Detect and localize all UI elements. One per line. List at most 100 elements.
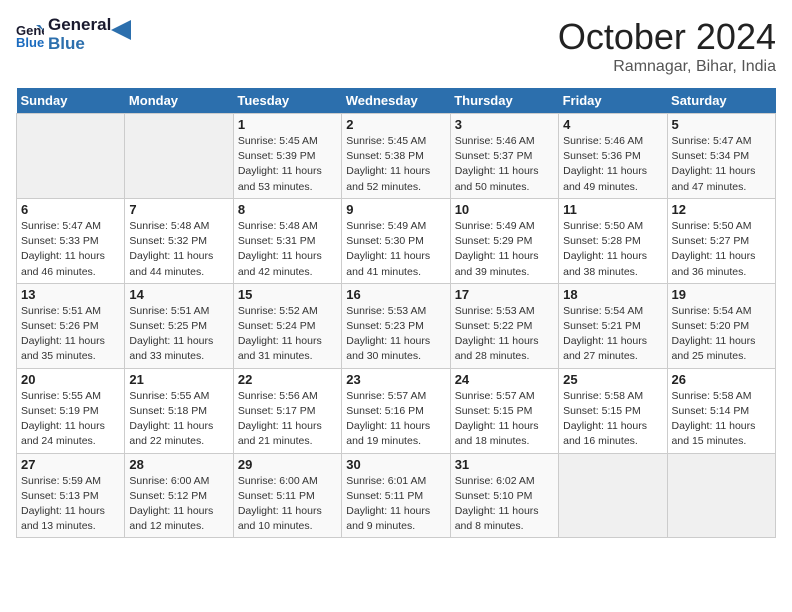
day-info: Sunrise: 5:53 AMSunset: 5:22 PMDaylight:… bbox=[455, 304, 554, 365]
day-info: Sunrise: 5:46 AMSunset: 5:37 PMDaylight:… bbox=[455, 134, 554, 195]
calendar-cell: 14 Sunrise: 5:51 AMSunset: 5:25 PMDayligh… bbox=[125, 283, 233, 368]
month-title: October 2024 bbox=[558, 16, 776, 58]
calendar-cell: 13 Sunrise: 5:51 AMSunset: 5:26 PMDayligh… bbox=[17, 283, 125, 368]
day-info: Sunrise: 6:02 AMSunset: 5:10 PMDaylight:… bbox=[455, 474, 554, 535]
day-info: Sunrise: 5:57 AMSunset: 5:15 PMDaylight:… bbox=[455, 389, 554, 450]
day-info: Sunrise: 5:47 AMSunset: 5:33 PMDaylight:… bbox=[21, 219, 120, 280]
day-number: 2 bbox=[346, 117, 445, 132]
calendar-cell: 11 Sunrise: 5:50 AMSunset: 5:28 PMDayligh… bbox=[559, 198, 667, 283]
day-info: Sunrise: 5:59 AMSunset: 5:13 PMDaylight:… bbox=[21, 474, 120, 535]
weekday-header-tuesday: Tuesday bbox=[233, 88, 341, 114]
day-number: 23 bbox=[346, 372, 445, 387]
day-number: 7 bbox=[129, 202, 228, 217]
day-info: Sunrise: 5:52 AMSunset: 5:24 PMDaylight:… bbox=[238, 304, 337, 365]
calendar-cell: 22Sunrise: 5:56 AMSunset: 5:17 PMDayligh… bbox=[233, 368, 341, 453]
calendar-cell: 10Sunrise: 5:49 AMSunset: 5:29 PMDayligh… bbox=[450, 198, 558, 283]
day-info: Sunrise: 6:00 AMSunset: 5:12 PMDaylight:… bbox=[129, 474, 228, 535]
day-info: Sunrise: 5:48 AMSunset: 5:31 PMDaylight:… bbox=[238, 219, 337, 280]
weekday-header-wednesday: Wednesday bbox=[342, 88, 450, 114]
day-info: Sunrise: 5:50 AMSunset: 5:27 PMDaylight:… bbox=[672, 219, 771, 280]
day-number: 10 bbox=[455, 202, 554, 217]
day-number: 16 bbox=[346, 287, 445, 302]
day-info: Sunrise: 5:45 AMSunset: 5:39 PMDaylight:… bbox=[238, 134, 337, 195]
svg-text:Blue: Blue bbox=[16, 35, 44, 49]
location: Ramnagar, Bihar, India bbox=[558, 58, 776, 76]
day-number: 12 bbox=[672, 202, 771, 217]
calendar-cell: 20 Sunrise: 5:55 AMSunset: 5:19 PMDayligh… bbox=[17, 368, 125, 453]
day-number: 21 bbox=[129, 372, 228, 387]
day-info: Sunrise: 5:48 AMSunset: 5:32 PMDaylight:… bbox=[129, 219, 228, 280]
calendar-cell: 27Sunrise: 5:59 AMSunset: 5:13 PMDayligh… bbox=[17, 453, 125, 538]
calendar-body: 1Sunrise: 5:45 AMSunset: 5:39 PMDaylight… bbox=[17, 114, 776, 538]
day-number: 22 bbox=[238, 372, 337, 387]
calendar-cell: 5Sunrise: 5:47 AMSunset: 5:34 PMDaylight… bbox=[667, 114, 775, 199]
day-number: 30 bbox=[346, 457, 445, 472]
day-info: Sunrise: 5:45 AMSunset: 5:38 PMDaylight:… bbox=[346, 134, 445, 195]
logo-arrow-icon bbox=[111, 20, 131, 40]
calendar-cell: 3Sunrise: 5:46 AMSunset: 5:37 PMDaylight… bbox=[450, 114, 558, 199]
calendar-cell bbox=[125, 114, 233, 199]
day-number: 17 bbox=[455, 287, 554, 302]
day-number: 13 bbox=[21, 287, 120, 302]
title-block: October 2024 Ramnagar, Bihar, India bbox=[558, 16, 776, 76]
day-number: 29 bbox=[238, 457, 337, 472]
logo-icon: General Blue bbox=[16, 21, 44, 49]
day-info: Sunrise: 5:50 AMSunset: 5:28 PMDaylight:… bbox=[563, 219, 662, 280]
day-info: Sunrise: 5:49 AMSunset: 5:30 PMDaylight:… bbox=[346, 219, 445, 280]
calendar-cell: 26Sunrise: 5:58 AMSunset: 5:14 PMDayligh… bbox=[667, 368, 775, 453]
calendar-cell: 7 Sunrise: 5:48 AMSunset: 5:32 PMDaylight… bbox=[125, 198, 233, 283]
day-info: Sunrise: 5:51 AMSunset: 5:26 PMDaylight:… bbox=[21, 304, 120, 365]
calendar-table: SundayMondayTuesdayWednesdayThursdayFrid… bbox=[16, 88, 776, 538]
day-info: Sunrise: 5:58 AMSunset: 5:15 PMDaylight:… bbox=[563, 389, 662, 450]
day-info: Sunrise: 5:55 AMSunset: 5:19 PMDaylight:… bbox=[21, 389, 120, 450]
logo: General Blue General Blue bbox=[16, 16, 131, 53]
calendar-cell bbox=[667, 453, 775, 538]
calendar-cell: 21Sunrise: 5:55 AMSunset: 5:18 PMDayligh… bbox=[125, 368, 233, 453]
day-number: 11 bbox=[563, 202, 662, 217]
page-header: General Blue General Blue October 2024 R… bbox=[16, 16, 776, 76]
calendar-cell: 15 Sunrise: 5:52 AMSunset: 5:24 PMDayligh… bbox=[233, 283, 341, 368]
day-number: 20 bbox=[21, 372, 120, 387]
day-info: Sunrise: 6:00 AMSunset: 5:11 PMDaylight:… bbox=[238, 474, 337, 535]
calendar-cell: 19 Sunrise: 5:54 AMSunset: 5:20 PMDayligh… bbox=[667, 283, 775, 368]
calendar-week-4: 20 Sunrise: 5:55 AMSunset: 5:19 PMDayligh… bbox=[17, 368, 776, 453]
day-number: 19 bbox=[672, 287, 771, 302]
day-number: 28 bbox=[129, 457, 228, 472]
calendar-cell: 16 Sunrise: 5:53 AMSunset: 5:23 PMDayligh… bbox=[342, 283, 450, 368]
logo-line1: General bbox=[48, 16, 111, 35]
day-number: 18 bbox=[563, 287, 662, 302]
day-number: 15 bbox=[238, 287, 337, 302]
weekday-header-sunday: Sunday bbox=[17, 88, 125, 114]
day-number: 25 bbox=[563, 372, 662, 387]
calendar-cell: 2 Sunrise: 5:45 AMSunset: 5:38 PMDaylight… bbox=[342, 114, 450, 199]
calendar-cell: 24 Sunrise: 5:57 AMSunset: 5:15 PMDayligh… bbox=[450, 368, 558, 453]
calendar-cell: 25 Sunrise: 5:58 AMSunset: 5:15 PMDayligh… bbox=[559, 368, 667, 453]
day-number: 24 bbox=[455, 372, 554, 387]
calendar-cell: 29 Sunrise: 6:00 AMSunset: 5:11 PMDayligh… bbox=[233, 453, 341, 538]
day-number: 9 bbox=[346, 202, 445, 217]
day-info: Sunrise: 5:57 AMSunset: 5:16 PMDaylight:… bbox=[346, 389, 445, 450]
calendar-cell: 23 Sunrise: 5:57 AMSunset: 5:16 PMDayligh… bbox=[342, 368, 450, 453]
day-number: 6 bbox=[21, 202, 120, 217]
calendar-week-1: 1Sunrise: 5:45 AMSunset: 5:39 PMDaylight… bbox=[17, 114, 776, 199]
calendar-cell: 31 Sunrise: 6:02 AMSunset: 5:10 PMDayligh… bbox=[450, 453, 558, 538]
day-info: Sunrise: 5:54 AMSunset: 5:20 PMDaylight:… bbox=[672, 304, 771, 365]
day-info: Sunrise: 5:51 AMSunset: 5:25 PMDaylight:… bbox=[129, 304, 228, 365]
day-info: Sunrise: 5:54 AMSunset: 5:21 PMDaylight:… bbox=[563, 304, 662, 365]
calendar-cell: 6 Sunrise: 5:47 AMSunset: 5:33 PMDaylight… bbox=[17, 198, 125, 283]
day-number: 31 bbox=[455, 457, 554, 472]
calendar-cell: 9 Sunrise: 5:49 AMSunset: 5:30 PMDaylight… bbox=[342, 198, 450, 283]
day-info: Sunrise: 5:58 AMSunset: 5:14 PMDaylight:… bbox=[672, 389, 771, 450]
logo-line2: Blue bbox=[48, 35, 111, 54]
day-info: Sunrise: 5:46 AMSunset: 5:36 PMDaylight:… bbox=[563, 134, 662, 195]
calendar-week-3: 13 Sunrise: 5:51 AMSunset: 5:26 PMDayligh… bbox=[17, 283, 776, 368]
day-number: 14 bbox=[129, 287, 228, 302]
day-number: 5 bbox=[672, 117, 771, 132]
calendar-week-2: 6 Sunrise: 5:47 AMSunset: 5:33 PMDaylight… bbox=[17, 198, 776, 283]
calendar-cell: 12 Sunrise: 5:50 AMSunset: 5:27 PMDayligh… bbox=[667, 198, 775, 283]
weekday-header-thursday: Thursday bbox=[450, 88, 558, 114]
day-number: 4 bbox=[563, 117, 662, 132]
calendar-cell: 4 Sunrise: 5:46 AMSunset: 5:36 PMDaylight… bbox=[559, 114, 667, 199]
calendar-cell bbox=[17, 114, 125, 199]
day-info: Sunrise: 5:53 AMSunset: 5:23 PMDaylight:… bbox=[346, 304, 445, 365]
